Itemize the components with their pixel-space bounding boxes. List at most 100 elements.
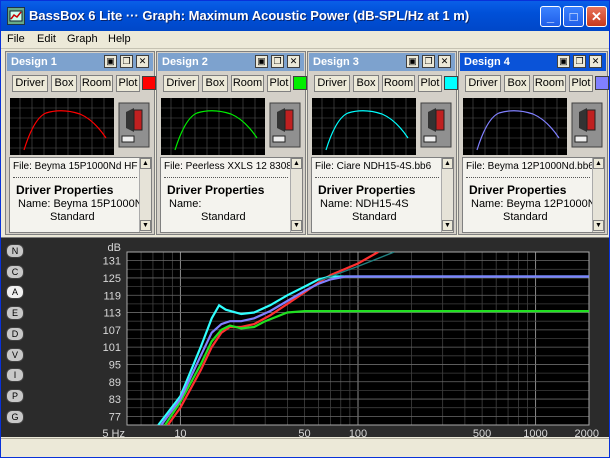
info-scrollbar[interactable]: ▲ ▼	[139, 158, 151, 232]
maximize-button[interactable]: □	[563, 6, 584, 27]
design-panel-1[interactable]: Design 1 ▣ ❐ ✕ Driver Box Room Plot File: B…	[5, 51, 156, 235]
save-icon: ▣	[559, 56, 568, 66]
graph-button-a[interactable]: A	[6, 285, 24, 300]
maximize-icon: □	[569, 9, 578, 24]
y-tick-label: 131	[103, 256, 121, 268]
plot-color-swatch[interactable]	[444, 76, 458, 90]
scroll-up-icon[interactable]: ▲	[140, 158, 151, 169]
plot-color-swatch[interactable]	[595, 76, 609, 90]
menu-file[interactable]: File	[7, 33, 25, 45]
tab-box[interactable]: Box	[202, 75, 228, 92]
tab-room[interactable]: Room	[231, 75, 264, 92]
graph-button-n[interactable]: N	[6, 244, 24, 258]
save-button[interactable]: ▣	[406, 55, 419, 68]
close-panel-button[interactable]: ✕	[136, 55, 149, 68]
graph-button-e[interactable]: E	[6, 306, 24, 321]
info-scrollbar[interactable]: ▲ ▼	[290, 158, 302, 232]
menu-help[interactable]: Help	[108, 33, 131, 45]
design-panel-4[interactable]: Design 4 ▣ ❐ ✕ Driver Box Room Plot File: B…	[458, 51, 609, 235]
scroll-down-icon[interactable]: ▼	[140, 220, 151, 231]
graph-button-c[interactable]: C	[6, 264, 24, 279]
tab-plot[interactable]: Plot	[267, 75, 291, 92]
close-icon: ✕	[591, 9, 602, 24]
close-panel-button[interactable]: ✕	[287, 55, 300, 68]
plot-color-swatch[interactable]	[142, 76, 156, 90]
menu-graph[interactable]: Graph	[67, 33, 98, 45]
panel-header[interactable]: Design 4 ▣ ❐ ✕	[460, 53, 606, 71]
tab-plot[interactable]: Plot	[418, 75, 442, 92]
info-scrollbar[interactable]: ▲ ▼	[592, 158, 604, 232]
graph-button-p[interactable]: P	[6, 388, 24, 403]
window-title: BassBox 6 Lite ··· Graph: Maximum Acoust…	[29, 8, 470, 23]
copy-button[interactable]: ❐	[422, 55, 435, 68]
enclosure-icon	[571, 102, 603, 148]
y-tick-label: 107	[103, 325, 121, 337]
app-icon[interactable]	[7, 7, 25, 25]
panel-header[interactable]: Design 1 ▣ ❐ ✕	[7, 53, 153, 71]
menu-label: Edit	[37, 33, 56, 45]
minimize-button[interactable]: _	[540, 6, 561, 27]
tab-room[interactable]: Room	[533, 75, 566, 92]
tab-box[interactable]: Box	[504, 75, 530, 92]
close-icon: ✕	[138, 56, 147, 66]
copy-icon: ❐	[575, 56, 584, 66]
graph-button-d[interactable]: D	[6, 326, 24, 341]
copy-button[interactable]: ❐	[271, 55, 284, 68]
panel-header[interactable]: Design 3 ▣ ❐ ✕	[309, 53, 455, 71]
y-tick-label: 95	[109, 359, 121, 371]
panel-title: Design 4	[464, 56, 510, 68]
tab-driver[interactable]: Driver	[12, 75, 48, 92]
scroll-down-icon[interactable]: ▼	[442, 220, 453, 231]
file-name: File: Peerless XXLS 12 830845	[164, 161, 303, 172]
file-name: File: Ciare NDH15-4S.bb6	[315, 161, 432, 172]
design-info-box[interactable]: File: Ciare NDH15-4S.bb6 Driver Properti…	[311, 157, 454, 233]
mini-response-graph	[161, 98, 265, 155]
graph-area: NCAEDVIPG 77 83 89 95 101 107 113 119 125 131 dB 5 …	[1, 237, 609, 438]
save-button[interactable]: ▣	[255, 55, 268, 68]
tab-plot[interactable]: Plot	[569, 75, 593, 92]
graph-button-i[interactable]: I	[6, 368, 24, 383]
info-scrollbar[interactable]: ▲ ▼	[441, 158, 453, 232]
design-panel-3[interactable]: Design 3 ▣ ❐ ✕ Driver Box Room Plot File: C…	[307, 51, 458, 235]
tab-driver[interactable]: Driver	[314, 75, 350, 92]
tab-box[interactable]: Box	[51, 75, 77, 92]
menu-label: Graph	[67, 33, 98, 45]
copy-button[interactable]: ❐	[120, 55, 133, 68]
scroll-up-icon[interactable]: ▲	[291, 158, 302, 169]
y-tick-label: 77	[109, 411, 121, 423]
x-tick-label: 50	[298, 428, 310, 438]
design-info-box[interactable]: File: Beyma 12P1000Nd.bb6 Driver Propert…	[462, 157, 605, 233]
tab-box[interactable]: Box	[353, 75, 379, 92]
scroll-up-icon[interactable]: ▲	[593, 158, 604, 169]
tab-room[interactable]: Room	[382, 75, 415, 92]
menu-edit[interactable]: Edit	[37, 33, 56, 45]
tab-room[interactable]: Room	[80, 75, 113, 92]
close-panel-button[interactable]: ✕	[589, 55, 602, 68]
driver-type-partial: Standard	[50, 211, 95, 223]
design-panel-2[interactable]: Design 2 ▣ ❐ ✕ Driver Box Room Plot File: P…	[156, 51, 307, 235]
close-panel-button[interactable]: ✕	[438, 55, 451, 68]
design-info-box[interactable]: File: Peerless XXLS 12 830845 Driver Pro…	[160, 157, 303, 233]
divider	[315, 177, 439, 178]
scroll-down-icon[interactable]: ▼	[291, 220, 302, 231]
tab-driver[interactable]: Driver	[163, 75, 199, 92]
save-button[interactable]: ▣	[104, 55, 117, 68]
copy-button[interactable]: ❐	[573, 55, 586, 68]
graph-button-g[interactable]: G	[6, 409, 24, 424]
title-bar[interactable]: BassBox 6 Lite ··· Graph: Maximum Acoust…	[1, 1, 609, 31]
panel-header[interactable]: Design 2 ▣ ❐ ✕	[158, 53, 304, 71]
copy-icon: ❐	[122, 56, 131, 66]
save-button[interactable]: ▣	[557, 55, 570, 68]
close-button[interactable]: ✕	[586, 6, 607, 27]
design-info-box[interactable]: File: Beyma 15P1000Nd HF Driver Properti…	[9, 157, 152, 233]
acoustic-power-chart[interactable]: 77 83 89 95 101 107 113 119 125 131 dB 5 Hz 10 50 100 5…	[27, 238, 609, 438]
menu-label: File	[7, 33, 25, 45]
tab-driver[interactable]: Driver	[465, 75, 501, 92]
tab-plot[interactable]: Plot	[116, 75, 140, 92]
copy-icon: ❐	[273, 56, 282, 66]
main-window: BassBox 6 Lite ··· Graph: Maximum Acoust…	[0, 0, 610, 458]
scroll-up-icon[interactable]: ▲	[442, 158, 453, 169]
scroll-down-icon[interactable]: ▼	[593, 220, 604, 231]
plot-color-swatch[interactable]	[293, 76, 307, 90]
graph-button-v[interactable]: V	[6, 347, 24, 362]
